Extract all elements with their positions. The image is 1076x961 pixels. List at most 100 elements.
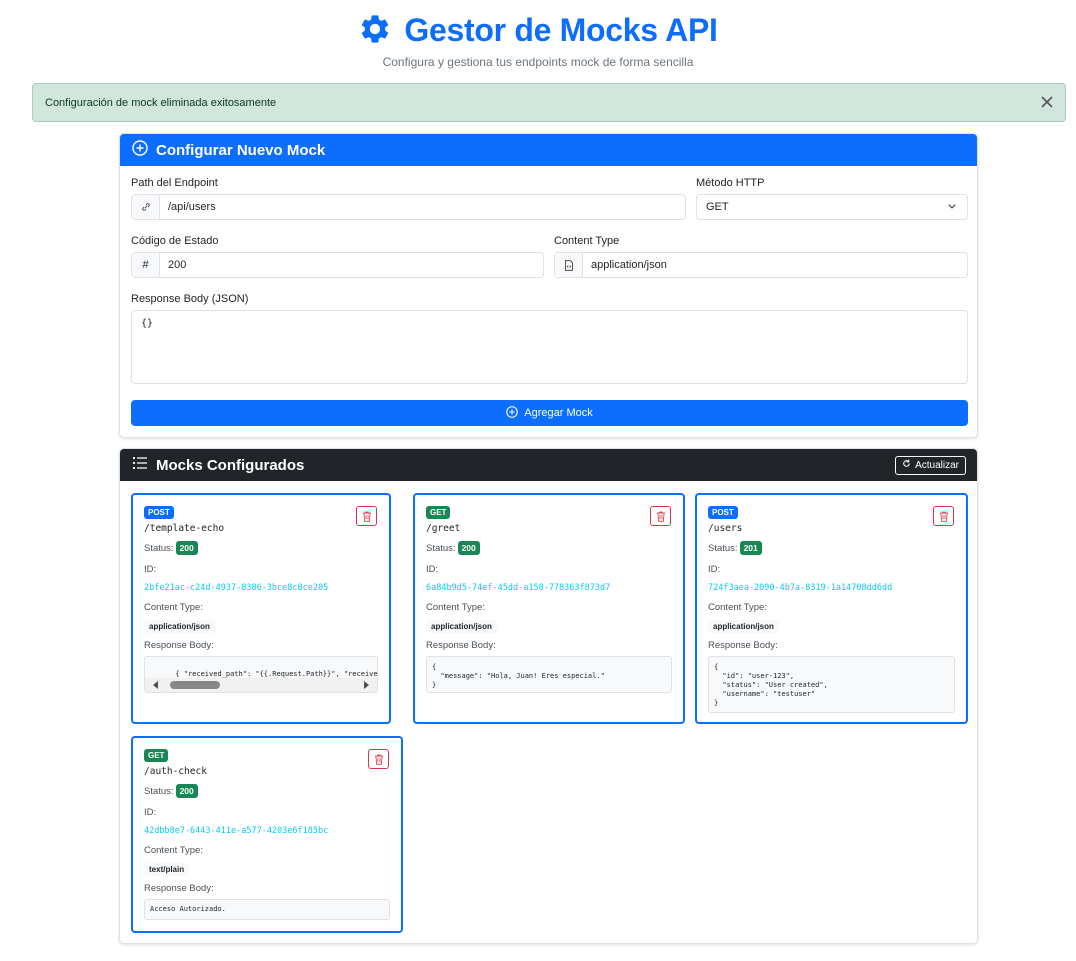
content-type-label: Content Type:	[426, 602, 485, 613]
response-body-textarea[interactable]: {}	[131, 310, 968, 384]
status-badge: 200	[175, 784, 198, 798]
method-badge: POST	[144, 506, 174, 519]
path-label: Path del Endpoint	[131, 177, 218, 189]
page-header: Gestor de Mocks API Configura y gestiona…	[0, 0, 1076, 74]
id-label: ID:	[426, 564, 439, 575]
trash-icon	[656, 511, 665, 522]
mocks-list-title: Mocks Configurados	[156, 456, 305, 474]
response-body-pre: { "received_path": "{{.Request.Path}}", …	[144, 656, 378, 693]
gear-icon	[358, 12, 392, 49]
mock-path: /auth-check	[144, 766, 207, 777]
status-row: Status: 200	[144, 541, 198, 555]
content-type-badge: text/plain	[144, 863, 190, 876]
mock-id: 724f3aea-2090-4b7a-8319-1a14708dd6dd	[708, 583, 893, 593]
mocks-list-header: Mocks Configurados Actualizar	[120, 449, 977, 481]
success-alert: Configuración de mock eliminada exitosam…	[32, 83, 1066, 122]
refresh-button[interactable]: Actualizar	[895, 455, 966, 475]
response-body-label: Response Body:	[426, 640, 496, 651]
content-type-label: Content Type	[554, 235, 620, 247]
status-label: Status:	[708, 542, 738, 554]
content-type-label: Content Type:	[144, 845, 203, 856]
refresh-icon	[902, 459, 911, 471]
close-icon	[1041, 96, 1053, 108]
status-code-input-group[interactable]: # 200	[131, 252, 544, 278]
status-row: Status: 200	[144, 784, 198, 798]
new-mock-card-title: Configurar Nuevo Mock	[156, 141, 326, 159]
method-label: Método HTTP	[696, 177, 765, 189]
status-row: Status: 200	[426, 541, 480, 555]
page-subtitle: Configura y gestiona tus endpoints mock …	[382, 55, 694, 69]
mock-path: /users	[708, 523, 743, 534]
status-code-label: Código de Estado	[131, 235, 219, 247]
scroll-left-icon	[153, 681, 158, 689]
content-type-input[interactable]: application/json	[583, 253, 967, 277]
delete-mock-button[interactable]	[933, 506, 954, 526]
content-type-badge: application/json	[144, 620, 215, 633]
response-body-label: Response Body (JSON)	[131, 293, 249, 305]
mock-card: GET /greet Status: 200 ID: 6a84b9d5-74ef…	[413, 493, 685, 724]
response-body-text: { "received_path": "{{.Request.Path}}", …	[175, 670, 378, 679]
content-type-label: Content Type:	[708, 602, 767, 613]
scrollbar-thumb[interactable]	[170, 681, 220, 689]
plus-circle-icon	[506, 405, 519, 421]
mock-card: POST /template-echo Status: 200 ID: 2bfe…	[131, 493, 391, 724]
alert-message: Configuración de mock eliminada exitosam…	[45, 96, 277, 109]
status-badge: 201	[739, 541, 762, 555]
status-label: Status:	[426, 542, 456, 554]
scroll-right-icon	[364, 681, 369, 689]
path-input-group[interactable]: /api/users	[131, 194, 686, 220]
mock-id: 42dbb8e7-6443-411e-a577-4203e6f185bc	[144, 826, 329, 836]
trash-icon	[939, 511, 948, 522]
delete-mock-button[interactable]	[650, 506, 671, 526]
mock-card: GET /auth-check Status: 200 ID: 42dbb8e7…	[131, 736, 403, 933]
new-mock-card: Configurar Nuevo Mock Path del Endpoint …	[119, 133, 978, 438]
list-icon	[132, 456, 148, 474]
delete-mock-button[interactable]	[356, 506, 377, 526]
delete-mock-button[interactable]	[368, 749, 389, 769]
add-mock-button-label: Agregar Mock	[524, 407, 593, 419]
page-title: Gestor de Mocks API	[404, 11, 718, 48]
chevron-down-icon	[947, 201, 957, 214]
status-label: Status:	[144, 785, 174, 797]
status-label: Status:	[144, 542, 174, 554]
id-label: ID:	[708, 564, 721, 575]
link-icon	[132, 195, 160, 219]
response-body-label: Response Body:	[144, 883, 214, 894]
horizontal-scrollbar[interactable]	[145, 678, 377, 692]
status-badge: 200	[457, 541, 480, 555]
status-row: Status: 201	[708, 541, 762, 555]
content-type-badge: application/json	[426, 620, 497, 633]
response-body-label: Response Body:	[144, 640, 214, 651]
status-badge: 200	[175, 541, 198, 555]
plus-circle-icon	[132, 140, 148, 160]
file-code-icon	[555, 253, 583, 277]
mocks-list-card: Mocks Configurados Actualizar POST /temp…	[119, 448, 978, 944]
content-type-input-group[interactable]: application/json	[554, 252, 968, 278]
response-body-label: Response Body:	[708, 640, 778, 651]
trash-icon	[362, 511, 371, 522]
mock-path: /template-echo	[144, 523, 225, 534]
content-type-label: Content Type:	[144, 602, 203, 613]
response-body-pre: { "id": "user-123", "status": "User crea…	[708, 656, 955, 713]
mock-card: POST /users Status: 201 ID: 724f3aea-209…	[695, 493, 968, 724]
method-badge: GET	[144, 749, 169, 762]
path-input[interactable]: /api/users	[160, 195, 685, 219]
method-select-value: GET	[706, 201, 729, 213]
method-badge: GET	[426, 506, 451, 519]
add-mock-button[interactable]: Agregar Mock	[131, 400, 968, 426]
status-code-input[interactable]: 200	[160, 253, 543, 277]
content-type-badge: application/json	[708, 620, 779, 633]
trash-icon	[374, 754, 383, 765]
method-select[interactable]: GET	[696, 194, 968, 220]
close-alert-button[interactable]	[1039, 94, 1055, 110]
new-mock-card-header: Configurar Nuevo Mock	[120, 134, 977, 166]
response-body-pre: { "message": "Hola, Juan! Eres especial.…	[426, 656, 672, 693]
mock-id: 2bfe21ac-c24d-4937-8386-3bce8c8ce205	[144, 583, 329, 593]
refresh-button-label: Actualizar	[915, 459, 959, 471]
id-label: ID:	[144, 564, 157, 575]
method-badge: POST	[708, 506, 738, 519]
mock-path: /greet	[426, 523, 461, 534]
id-label: ID:	[144, 807, 157, 818]
hash-icon: #	[132, 253, 160, 277]
mock-id: 6a84b9d5-74ef-45dd-a158-778363f873d7	[426, 583, 611, 593]
